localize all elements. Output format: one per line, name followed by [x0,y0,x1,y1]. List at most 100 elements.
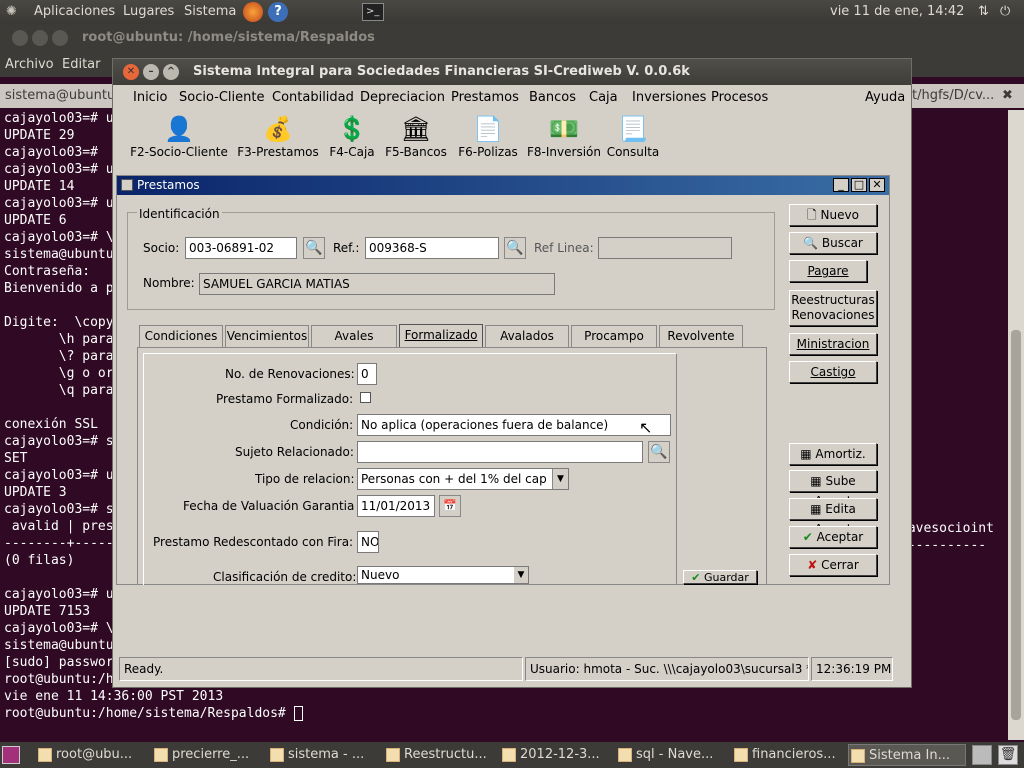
calendar-icon[interactable]: 📅 [439,495,461,517]
task-sistema[interactable]: sistema - ... [268,744,378,766]
castigo-button[interactable]: Castigo [789,361,877,383]
terminal-launcher-icon[interactable]: >_ [362,3,384,21]
clasificacion-label: Clasificación de credito: [213,570,357,584]
formalizado-checkbox[interactable] [360,392,371,403]
tool-prestamos[interactable]: 💰 F3-Prestamos [235,111,321,159]
scrollbar-thumb[interactable] [1011,330,1021,720]
status-user: Usuario: hmota - Suc. \\\cajayolo03\sucu… [525,657,809,681]
menu-bancos[interactable]: Bancos [529,87,576,109]
tab-avales[interactable]: Avales [311,325,397,347]
close-icon[interactable]: ✕ [123,64,139,80]
ubuntu-logo-icon[interactable]: ✺ [6,0,17,24]
dialog-titlebar[interactable]: Prestamos _ □ ✕ [117,176,889,195]
tool-caja[interactable]: 💲 F4-Caja [327,111,377,159]
tab-revolvente[interactable]: Revolvente [659,325,743,347]
socio-input[interactable]: 003-06891-02 [185,237,297,259]
tool-polizas[interactable]: 📄 F6-Polizas [455,111,521,159]
task-terminal[interactable]: root@ubu... [36,744,146,766]
tab-condiciones[interactable]: Condiciones [139,325,223,347]
app-titlebar[interactable]: ✕ – ^ Sistema Integral para Sociedades F… [113,59,911,85]
task-financieros[interactable]: financieros... [732,744,842,766]
menu-depreciacion[interactable]: Depreciacion [360,87,445,109]
applications-menu[interactable]: Aplicaciones [34,0,115,24]
cerrar-button[interactable]: ✘ Cerrar [789,554,877,576]
buscar-button[interactable]: 🔍 Buscar [789,232,877,254]
terminal-tab-left[interactable]: sistema@ubuntu [5,84,115,108]
terminal-tab-right[interactable]: t/hgfs/D/cv... [912,84,994,108]
terminal-titlebar[interactable]: root@ubuntu: /home/sistema/Respaldos [0,24,1024,52]
minimize-icon[interactable]: _ [833,178,849,192]
task-precierre[interactable]: precierre_... [152,744,262,766]
nuevo-button[interactable]: 🗋 Nuevo [789,204,877,226]
sujeto-input[interactable] [357,441,643,463]
maximize-icon[interactable]: □ [851,178,867,192]
close-icon[interactable]: ✕ [869,178,885,192]
clock[interactable]: vie 11 de ene, 14:42 [830,0,964,24]
menu-contabilidad[interactable]: Contabilidad [272,87,354,109]
menu-prestamos[interactable]: Prestamos [451,87,519,109]
menu-inicio[interactable]: Inicio [133,87,167,109]
check-icon: ✔ [691,571,701,584]
ref-linea-input[interactable] [598,237,732,259]
menu-procesos[interactable]: Procesos [711,87,768,109]
dialog-title: Prestamos [137,178,200,192]
show-desktop-icon[interactable] [2,746,20,764]
redescontado-input[interactable]: NO [357,531,379,553]
system-menu[interactable]: Sistema [184,0,236,24]
aceptar-button[interactable]: ✔ Aceptar [789,526,877,548]
chevron-down-icon[interactable]: ▼ [552,469,568,489]
network-icon[interactable]: ⇅ [978,0,989,24]
terminal-scrollbar[interactable] [1008,110,1024,740]
tipo-select[interactable]: Personas con + del 1% del cap ▼ [357,468,569,490]
nombre-input[interactable]: SAMUEL GARCIA MATIAS [199,273,555,295]
reestructuras-button[interactable]: Reestructuras Renovaciones [789,290,877,326]
tab-vencimientos[interactable]: Vencimientos [225,325,309,347]
menu-caja[interactable]: Caja [589,87,618,109]
tool-inversion[interactable]: 💵 F8-Inversión [527,111,601,159]
maximize-icon[interactable]: ^ [163,64,179,80]
ref-input[interactable]: 009368-S [365,237,499,259]
help-icon[interactable]: ? [268,2,288,22]
menu-ayuda[interactable]: Ayuda [865,87,905,109]
menu-archivo[interactable]: Archivo [5,52,54,77]
clasificacion-select[interactable]: Nuevo ▼ [357,566,529,584]
tab-procampo[interactable]: Procampo [571,325,657,347]
edita-amort-button[interactable]: ▦ Edita Amort [789,498,877,536]
places-menu[interactable]: Lugares [123,0,174,24]
fecha-input[interactable]: 11/01/2013 [357,495,435,517]
close-icon[interactable] [12,30,28,46]
search-sujeto-icon[interactable]: 🔍 [648,441,670,463]
search-ref-icon[interactable]: 🔍 [504,237,526,259]
tab-avalados[interactable]: Avalados [485,325,569,347]
sube-amort-button[interactable]: ▦ Sube Amort [789,470,877,508]
power-icon[interactable]: ⏻ [1000,0,1010,24]
task-sistema-integral[interactable]: Sistema In... [848,744,966,766]
minimize-icon[interactable]: – [143,64,159,80]
firefox-icon[interactable] [243,2,263,22]
pagare-button[interactable]: Pagare [789,260,867,282]
task-2012[interactable]: 2012-12-3... [500,744,610,766]
condicion-select[interactable]: No aplica (operaciones fuera de balance) [357,414,671,436]
menu-socio-cliente[interactable]: Socio-Cliente [179,87,264,109]
tool-socio-cliente[interactable]: 👤 F2-Socio-Cliente [129,111,229,159]
guardar-button[interactable]: ✔ Guardar [683,570,757,584]
tool-consulta[interactable]: 📃 Consulta [605,111,661,159]
task-sql[interactable]: sql - Nave... [616,744,726,766]
menu-inversiones[interactable]: Inversiones [632,87,706,109]
chevron-down-icon[interactable]: ▼ [514,567,528,583]
tool-label: Consulta [606,145,660,159]
task-reestructu[interactable]: Reestructu... [384,744,494,766]
ministracion-button[interactable]: Ministracion [789,333,877,355]
search-socio-icon[interactable]: 🔍 [303,237,325,259]
maximize-icon[interactable] [52,30,68,46]
renovaciones-input[interactable]: 0 [357,363,377,385]
minimize-icon[interactable] [32,30,48,46]
tab-close-icon[interactable]: ✖ [1002,84,1013,108]
tab-formalizado[interactable]: Formalizado [399,324,483,348]
workspace-icon[interactable] [972,745,992,765]
trash-icon[interactable]: 🗑 [998,745,1018,765]
amortiz-button[interactable]: ▦ Amortiz. [789,443,877,465]
banknotes-icon: 💵 [549,115,579,143]
menu-editar[interactable]: Editar [62,52,101,77]
tool-bancos[interactable]: 🏛 F5-Bancos [383,111,449,159]
